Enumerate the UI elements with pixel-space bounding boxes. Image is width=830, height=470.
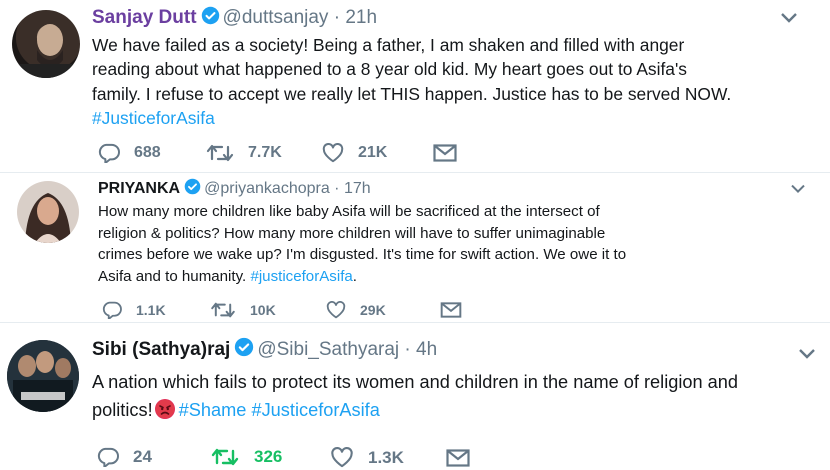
reply-button[interactable]: 1.1K (102, 301, 166, 319)
retweet-icon (206, 144, 234, 162)
timestamp[interactable]: 17h (344, 180, 371, 197)
timestamp[interactable]: 21h (345, 7, 377, 28)
reply-icon (102, 301, 122, 319)
like-button[interactable]: 29K (326, 301, 386, 319)
handle[interactable]: @duttsanjay (223, 7, 329, 28)
reply-icon (98, 143, 120, 163)
reply-count: 24 (133, 447, 152, 466)
tweet-line: crimes before we wake up? I'm disgusted.… (98, 246, 627, 263)
retweet-icon (211, 302, 235, 318)
like-count: 21K (358, 144, 388, 161)
hashtag-link[interactable]: #Shame (179, 400, 247, 420)
tweet-line: Asifa and to humanity. (98, 267, 247, 285)
tweet-priyankachopra[interactable]: PRIYANKA @priyankachopra · 17h How many m… (0, 173, 830, 322)
retweet-count: 326 (254, 447, 283, 466)
heart-icon (326, 301, 346, 319)
heart-icon (331, 447, 353, 468)
retweet-button[interactable]: 7.7K (206, 143, 282, 163)
separator-dot: · (329, 180, 344, 197)
envelope-icon[interactable] (440, 302, 462, 318)
display-name[interactable]: PRIYANKA (98, 180, 180, 197)
tweet-text: A nation which fails to protect its wome… (92, 368, 828, 424)
retweet-button[interactable]: 326 (210, 447, 282, 467)
hashtag-link[interactable]: #JusticeforAsifa (92, 108, 215, 128)
tweet-text: We have failed as a society! Being a fat… (92, 33, 822, 130)
reply-count: 688 (134, 144, 161, 161)
tweet-line: We have failed as a society! Being a fat… (92, 35, 685, 55)
timestamp[interactable]: 4h (416, 339, 437, 360)
retweet-icon (211, 448, 239, 466)
retweet-button[interactable]: 10K (210, 301, 276, 319)
hashtag-link[interactable]: #JusticeforAsifa (251, 400, 379, 420)
tweet-sibi-sathyaraj[interactable]: Sibi (Sathya)raj @Sibi_Sathyaraj · 4h A n… (0, 323, 830, 470)
envelope-icon[interactable] (446, 449, 470, 467)
tweet-duttsanjay[interactable]: Sanjay Dutt @duttsanjay · 21h We have fai… (0, 0, 830, 172)
separator-dot: · (328, 7, 346, 28)
display-name[interactable]: Sibi (Sathya)raj (92, 339, 230, 360)
display-name[interactable]: Sanjay Dutt (92, 7, 197, 28)
chevron-down-icon[interactable] (798, 347, 816, 361)
reply-button[interactable]: 688 (98, 143, 161, 163)
verified-badge-icon (184, 178, 201, 200)
tweet-line: politics! (92, 400, 153, 420)
reply-button[interactable]: 24 (97, 447, 152, 467)
like-count: 1.3K (368, 447, 404, 467)
chevron-down-icon[interactable] (780, 11, 798, 25)
hashtag-link[interactable]: #justiceforAsifa (250, 268, 352, 285)
tweet-line: reading about what happened to a 8 year … (92, 59, 687, 80)
tweet-text: How many more children like baby Asifa w… (98, 201, 818, 287)
avatar[interactable] (7, 340, 79, 412)
avatar-photo (12, 24, 80, 78)
verified-badge-icon (201, 6, 220, 31)
reply-icon (97, 447, 119, 467)
chevron-down-icon[interactable] (790, 183, 806, 195)
avatar[interactable] (17, 181, 79, 243)
tweet-line: family. I refuse to accept we really let… (92, 83, 732, 104)
like-button[interactable]: 21K (322, 143, 387, 163)
avatar[interactable] (12, 10, 80, 78)
avatar-photo (7, 340, 79, 412)
like-count: 29K (360, 302, 386, 318)
angry-face-emoji (154, 399, 175, 419)
heart-icon (322, 143, 344, 163)
handle[interactable]: @Sibi_Sathyaraj (257, 339, 399, 360)
tweet-line: How many more children like baby Asifa w… (98, 203, 600, 220)
tweet-line: religion & politics? How many more child… (98, 224, 606, 242)
avatar-photo (25, 193, 71, 243)
tweet-punctuation: . (352, 267, 357, 285)
verified-badge-icon (234, 337, 254, 363)
separator-dot: · (399, 339, 417, 360)
reply-count: 1.1K (136, 302, 166, 318)
like-button[interactable]: 1.3K (330, 447, 404, 468)
retweet-count: 10K (250, 302, 276, 318)
handle[interactable]: @priyankachopra (204, 180, 330, 197)
retweet-count: 7.7K (248, 144, 282, 161)
envelope-icon[interactable] (433, 144, 457, 162)
tweet-line: A nation which fails to protect its wome… (92, 372, 739, 392)
